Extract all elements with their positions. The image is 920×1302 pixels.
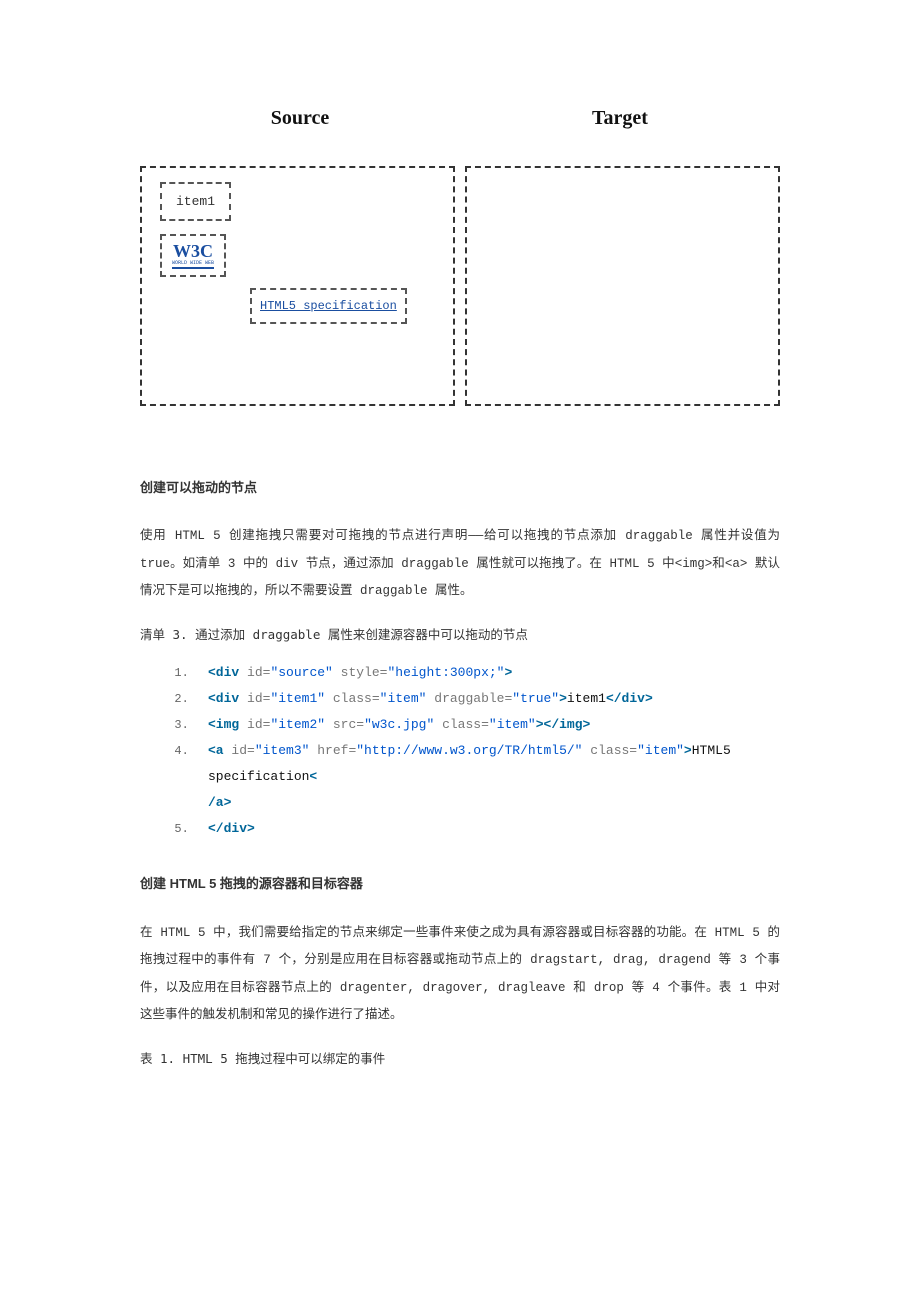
draggable-item1[interactable]: item1: [160, 182, 231, 221]
code-line-2: <div id="item1" class="item" draggable="…: [196, 686, 780, 712]
draggable-item2-w3c[interactable]: W3C WORLD WIDE WEB: [160, 234, 226, 277]
source-container: item1 W3C WORLD WIDE WEB HTML5 specifica…: [140, 166, 455, 406]
listing3-title: 清单 3. 通过添加 draggable 属性来创建源容器中可以拖动的节点: [140, 624, 780, 647]
source-heading: Source: [140, 100, 460, 136]
target-heading: Target: [460, 100, 780, 136]
w3c-logo-text: W3C: [173, 242, 213, 260]
code-line-1: <div id="source" style="height:300px;">: [196, 660, 780, 686]
figure-row: item1 W3C WORLD WIDE WEB HTML5 specifica…: [140, 166, 780, 406]
section2-paragraph: 在 HTML 5 中，我们需要给指定的节点来绑定一些事件来使之成为具有源容器或目…: [140, 920, 780, 1030]
code-line-5: </div>: [196, 816, 780, 842]
section2-title: 创建 HTML 5 拖拽的源容器和目标容器: [140, 872, 780, 895]
target-container[interactable]: [465, 166, 780, 406]
figure-headings: Source Target: [140, 100, 780, 136]
code-line-4: <a id="item3" href="http://www.w3.org/TR…: [196, 738, 780, 816]
draggable-item3-link[interactable]: HTML5 specification: [250, 288, 407, 324]
w3c-logo: W3C WORLD WIDE WEB: [172, 242, 214, 269]
code-line-3: <img id="item2" src="w3c.jpg" class="ite…: [196, 712, 780, 738]
table1-title: 表 1. HTML 5 拖拽过程中可以绑定的事件: [140, 1048, 780, 1071]
section1-title: 创建可以拖动的节点: [140, 476, 780, 499]
item1-label: item1: [176, 194, 215, 209]
code-listing-3: <div id="source" style="height:300px;"> …: [170, 660, 780, 842]
section1-paragraph: 使用 HTML 5 创建拖拽只需要对可拖拽的节点进行声明——给可以拖拽的节点添加…: [140, 523, 780, 606]
html5-spec-link[interactable]: HTML5 specification: [260, 299, 397, 313]
w3c-logo-subtext: WORLD WIDE WEB: [172, 261, 214, 269]
